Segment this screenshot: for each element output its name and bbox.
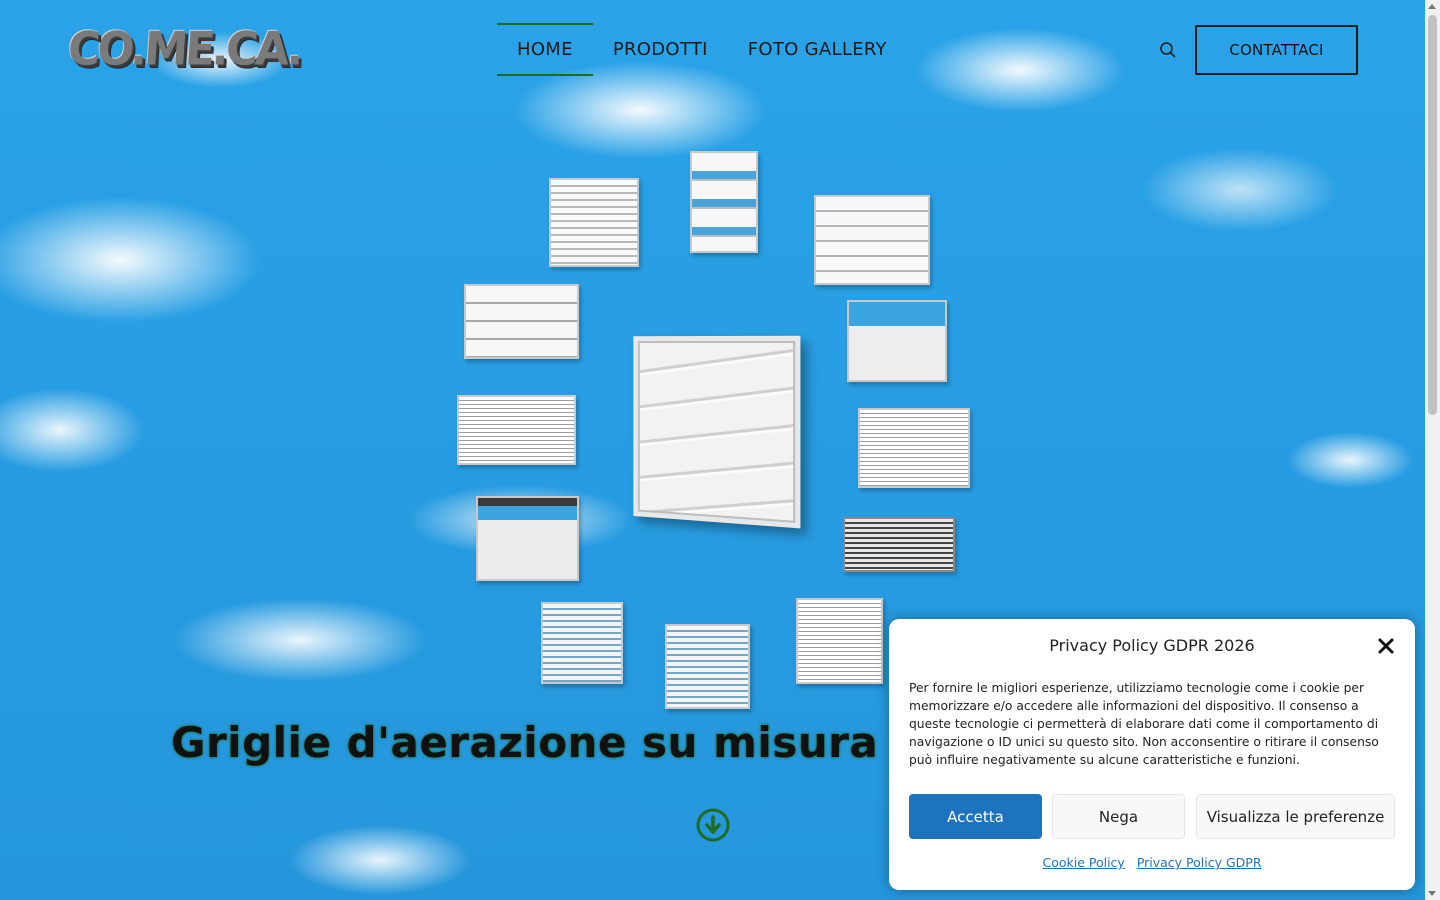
close-icon[interactable]	[1377, 637, 1395, 655]
grille-image	[796, 598, 883, 684]
scroll-down-arrow[interactable]	[1428, 891, 1436, 896]
contact-button[interactable]: CONTATTACI	[1195, 25, 1358, 75]
accept-button[interactable]: Accetta	[909, 794, 1042, 839]
grille-image	[457, 395, 576, 465]
grille-image	[541, 602, 623, 684]
grille-image	[464, 284, 579, 359]
scroll-up-arrow[interactable]	[1428, 4, 1436, 9]
grille-image	[858, 408, 970, 488]
site-logo[interactable]: CO.ME.CA.	[66, 23, 302, 77]
grille-image-main	[633, 336, 800, 529]
grille-image	[549, 178, 639, 267]
deny-button[interactable]: Nega	[1052, 794, 1185, 839]
cookie-title: Privacy Policy GDPR 2026	[889, 636, 1415, 655]
grille-image	[665, 624, 750, 709]
grille-image	[814, 195, 930, 285]
cookie-policy-link[interactable]: Cookie Policy	[1042, 855, 1124, 870]
page-scrollbar[interactable]	[1425, 0, 1440, 900]
grille-image	[690, 151, 758, 253]
nav-prodotti[interactable]: PRODOTTI	[593, 23, 728, 76]
hero-headline: Griglie d'aerazione su misura in	[171, 718, 939, 767]
grille-image	[843, 517, 955, 572]
main-nav: HOME PRODOTTI FOTO GALLERY	[497, 23, 907, 76]
nav-foto-gallery[interactable]: FOTO GALLERY	[728, 23, 907, 76]
cookie-links: Cookie Policy Privacy Policy GDPR	[889, 855, 1415, 870]
arrow-down-circle-icon[interactable]	[696, 808, 730, 842]
grille-image	[847, 300, 947, 382]
nav-home[interactable]: HOME	[497, 23, 593, 76]
privacy-policy-link[interactable]: Privacy Policy GDPR	[1137, 855, 1262, 870]
grille-image	[476, 496, 579, 581]
view-preferences-button[interactable]: Visualizza le preferenze	[1196, 794, 1395, 839]
search-icon[interactable]	[1158, 40, 1178, 60]
cookie-description: Per fornire le migliori esperienze, util…	[909, 679, 1399, 769]
scroll-thumb[interactable]	[1428, 15, 1437, 415]
cookie-consent-dialog: Privacy Policy GDPR 2026 Per fornire le …	[889, 619, 1415, 890]
